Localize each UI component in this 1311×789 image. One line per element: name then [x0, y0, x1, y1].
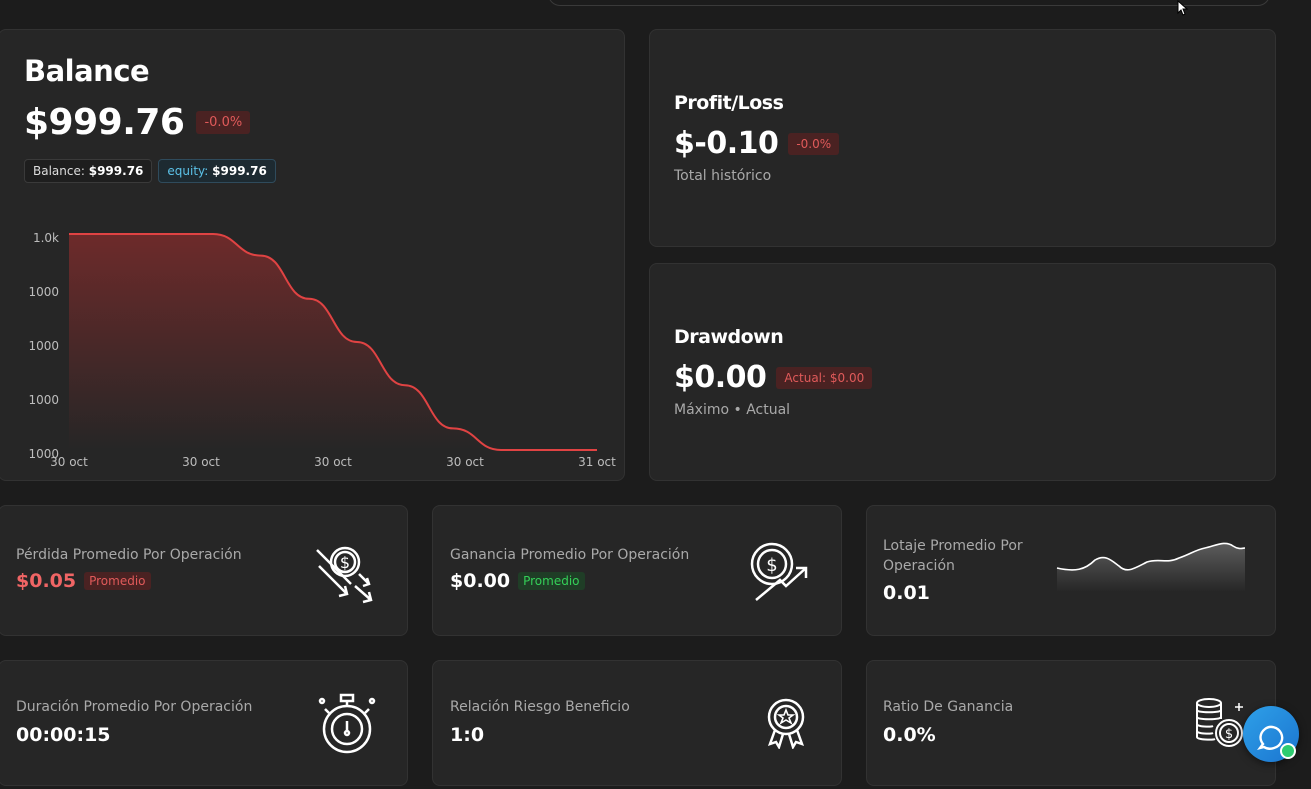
mouse-cursor-icon — [1177, 0, 1189, 16]
avg-gain-label: Ganancia Promedio Por Operación — [450, 547, 690, 563]
avg-duration-value: 00:00:15 — [16, 724, 111, 746]
risk-reward-value: 1:0 — [450, 724, 485, 746]
x-tick-label: 31 oct — [578, 455, 616, 469]
y-tick-label: 1000 — [28, 285, 59, 299]
win-ratio-card: Ratio De Ganancia 0.0% $ — [866, 660, 1276, 786]
avg-loss-badge: Promedio — [84, 572, 151, 590]
balance-amount: $999.76 — [24, 102, 185, 143]
svg-text:$: $ — [340, 553, 350, 572]
profit-loss-card: Profit/Loss $-0.10 -0.0% Total histórico — [649, 29, 1276, 247]
chart-area-fill — [69, 234, 597, 450]
balance-title: Balance — [24, 54, 150, 88]
balance-change-badge: -0.0% — [196, 111, 251, 134]
win-ratio-value: 0.0% — [883, 724, 936, 746]
avg-lot-card: Lotaje Promedio Por Operación 0.01 — [866, 505, 1276, 636]
award-icon — [767, 698, 805, 749]
avg-loss-card: Pérdida Promedio Por Operación $0.05 Pro… — [0, 505, 408, 636]
win-ratio-label: Ratio De Ganancia — [883, 699, 1014, 715]
avg-loss-label: Pérdida Promedio Por Operación — [16, 547, 242, 563]
profit-loss-subtitle: Total histórico — [674, 168, 772, 184]
risk-reward-card: Relación Riesgo Beneficio 1:0 — [432, 660, 842, 786]
avg-duration-card: Duración Promedio Por Operación 00:00:15 — [0, 660, 408, 786]
top-search-bar[interactable] — [548, 0, 1270, 6]
svg-text:$: $ — [766, 555, 777, 576]
x-tick-label: 30 oct — [446, 455, 484, 469]
x-tick-label: 30 oct — [314, 455, 352, 469]
x-tick-label: 30 oct — [50, 455, 88, 469]
balance-chart: 1.0k100010001000100030 oct 30 oct 30 oct 30… — [28, 231, 616, 469]
money-up-icon: $ — [750, 542, 808, 601]
money-down-icon: $ — [316, 546, 373, 604]
avg-gain-card: Ganancia Promedio Por Operación $0.00 Pr… — [432, 505, 842, 636]
avg-duration-label: Duración Promedio Por Operación — [16, 699, 253, 715]
risk-reward-label: Relación Riesgo Beneficio — [450, 699, 630, 715]
drawdown-card: Drawdown $0.00 Actual: $0.00 Máximo • Ac… — [649, 263, 1276, 481]
online-status-dot — [1280, 743, 1296, 759]
avg-gain-badge: Promedio — [518, 572, 585, 590]
svg-text:$: $ — [1225, 727, 1233, 742]
avg-loss-value: $0.05 — [16, 570, 77, 592]
y-tick-label: 1000 — [28, 339, 59, 353]
avg-lot-label: Lotaje Promedio Por Operación — [883, 538, 1023, 574]
sparkline-icon — [1056, 542, 1246, 592]
profit-loss-change-badge: -0.0% — [788, 132, 840, 155]
avg-lot-value: 0.01 — [883, 582, 930, 604]
avg-gain-value: $0.00 — [450, 570, 511, 592]
drawdown-amount: $0.00 — [674, 360, 767, 395]
stopwatch-icon — [318, 693, 376, 754]
y-tick-label: 1.0k — [33, 231, 59, 245]
equity-pill: equity: $999.76 — [158, 159, 276, 183]
drawdown-subtitle: Máximo • Actual — [674, 402, 791, 418]
x-tick-label: 30 oct — [182, 455, 220, 469]
coins-icon: $ — [1196, 698, 1243, 747]
balance-pill: Balance: $999.76 — [24, 159, 153, 183]
drawdown-current-badge: Actual: $0.00 — [776, 366, 873, 389]
profit-loss-amount: $-0.10 — [674, 126, 779, 161]
drawdown-title: Drawdown — [674, 326, 784, 348]
profit-loss-title: Profit/Loss — [674, 92, 784, 114]
balance-card: Balance $999.76 -0.0% Balance: $999.76 eq… — [0, 29, 625, 481]
y-tick-label: 1000 — [28, 393, 59, 407]
